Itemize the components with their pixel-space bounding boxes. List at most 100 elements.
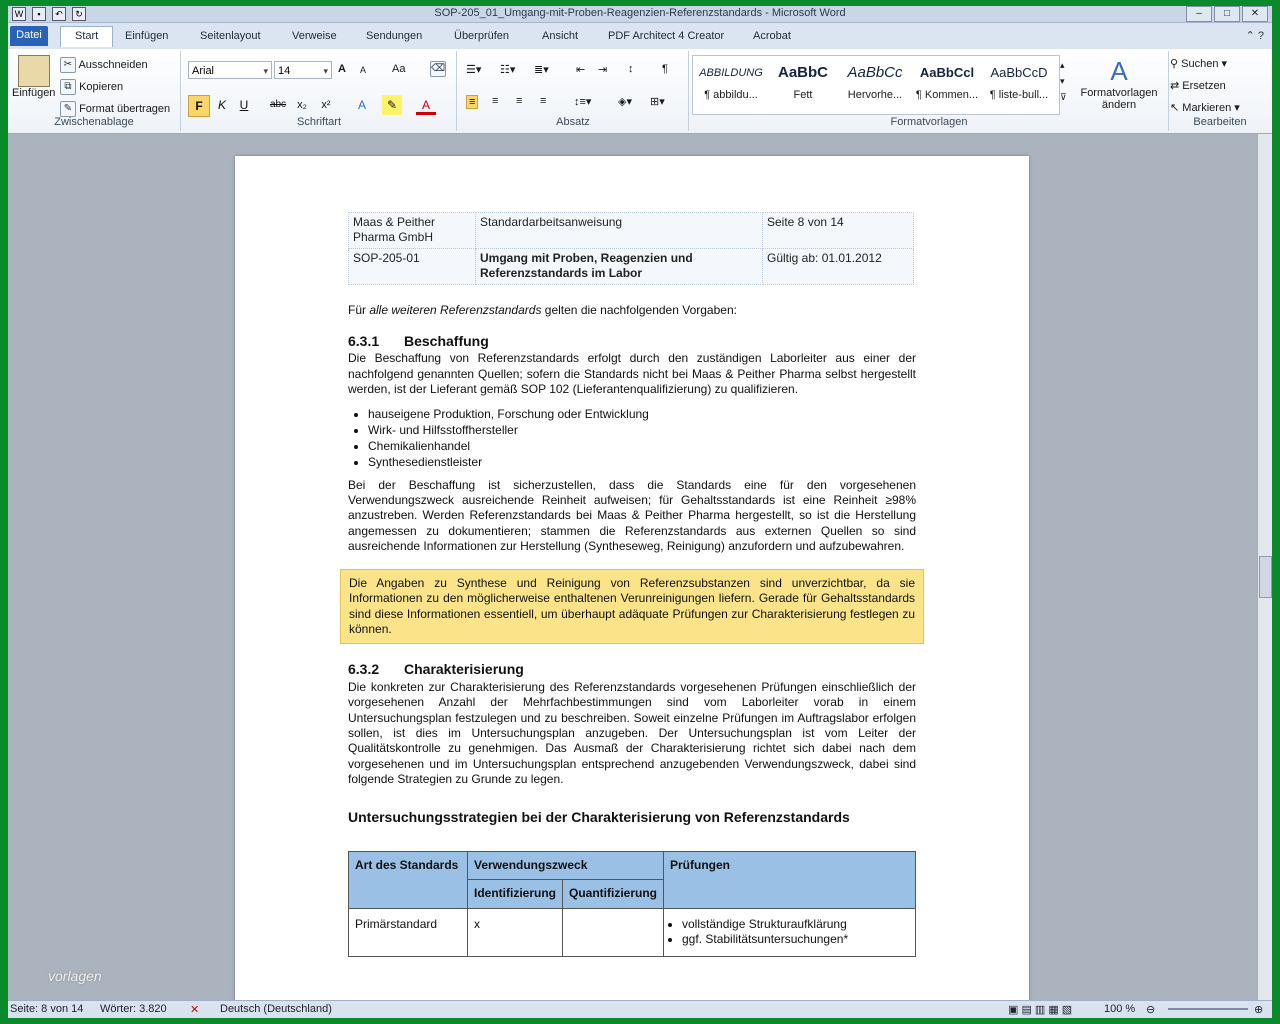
group-clipboard: Einfügen ✂ Ausschneiden ⧉ Kopieren ✎ For… (8, 51, 181, 131)
superscript-button[interactable]: x² (316, 95, 336, 115)
tab-datei[interactable]: Datei (10, 26, 48, 46)
style-liste-bullet[interactable]: AaBbCcD ¶ liste-bull... (984, 59, 1054, 111)
highlight-icon[interactable]: ✎ (382, 95, 402, 115)
section-heading-charakterisierung: 6.3.2 Charakterisierung (348, 661, 524, 678)
group-label: Zwischenablage (54, 116, 134, 128)
status-bar: Seite: 8 von 14 Wörter: 3.820 ✕ Deutsch … (8, 1000, 1272, 1018)
td-pruef: vollständige Strukturaufklärung ggf. Sta… (663, 907, 916, 957)
styles-icon: A (1110, 56, 1128, 86)
scroll-thumb[interactable] (1259, 556, 1272, 598)
title-bar: W ▪ ↶ ↻ SOP-205_01_Umgang-mit-Proben-Rea… (8, 6, 1272, 23)
font-family-select[interactable]: Arial (188, 61, 272, 80)
grow-font-button[interactable]: A (338, 63, 346, 75)
language[interactable]: Deutsch (Deutschland) (220, 1003, 332, 1015)
clear-format-icon[interactable]: ⌫ (430, 61, 446, 77)
cut-button[interactable]: ✂ Ausschneiden (60, 57, 148, 73)
group-editing: ⚲ Suchen ▾ ⇄ Ersetzen ↖ Markieren ▾ Bear… (1170, 51, 1270, 131)
numbering-icon[interactable]: ☷▾ (500, 63, 515, 76)
cursor-icon: ↖ (1170, 102, 1180, 114)
shrink-font-button[interactable]: A (360, 65, 366, 75)
header-valid: Gültig ab: 01.01.2012 (762, 247, 914, 285)
view-buttons[interactable]: ▣ ▤ ▥ ▦ ▧ (1008, 1003, 1072, 1016)
header-id: SOP-205-01 (348, 247, 476, 285)
format-painter-button[interactable]: ✎ Format übertragen (60, 101, 170, 117)
style-hervorhebung[interactable]: AaBbCc Hervorhe... (840, 59, 910, 111)
replace-icon: ⇄ (1170, 80, 1180, 92)
tab-seitenlayout[interactable]: Seitenlayout (200, 27, 261, 45)
page-count[interactable]: Seite: 8 von 14 (10, 1003, 83, 1015)
decrease-indent-icon[interactable]: ⇤ (576, 63, 585, 76)
copy-button[interactable]: ⧉ Kopieren (60, 79, 123, 95)
align-right-icon[interactable]: ≡ (516, 95, 522, 107)
change-case-button[interactable]: Aa (392, 63, 405, 75)
tab-start[interactable]: Start (60, 26, 114, 47)
close-button[interactable]: ✕ (1242, 6, 1268, 22)
borders-icon[interactable]: ⊞▾ (650, 95, 665, 108)
word-count[interactable]: Wörter: 3.820 (100, 1003, 167, 1015)
gallery-scroll[interactable]: ▴ ▾ ⊽ (1060, 57, 1067, 105)
clipboard-icon (18, 55, 50, 87)
sort-icon[interactable]: ↕ (628, 63, 634, 75)
font-color-icon[interactable]: A (416, 95, 436, 115)
tab-ansicht[interactable]: Ansicht (542, 27, 578, 45)
minimize-button[interactable]: – (1186, 6, 1212, 22)
text-effects-icon[interactable]: A (352, 95, 372, 115)
tab-acrobat[interactable]: Acrobat (753, 27, 791, 45)
zoom-slider[interactable] (1168, 1008, 1248, 1010)
document-page[interactable]: Maas & Peither Pharma GmbH Standardarbei… (235, 156, 1029, 1016)
tab-sendungen[interactable]: Sendungen (366, 27, 422, 45)
find-button[interactable]: ⚲ Suchen ▾ (1170, 57, 1227, 70)
tab-ueberpruefen[interactable]: Überprüfen (454, 27, 509, 45)
italic-button[interactable]: K (212, 95, 232, 115)
select-button[interactable]: ↖ Markieren ▾ (1170, 101, 1240, 114)
change-styles-button[interactable]: A Formatvorlagen ändern (1076, 55, 1162, 111)
source-list: hauseigene Produktion, Forschung oder En… (348, 406, 916, 470)
bold-button[interactable]: F (188, 95, 210, 117)
th-quant: Quantifizierung (562, 879, 664, 909)
vertical-scrollbar[interactable] (1257, 134, 1272, 1000)
strategy-table: Art des Standards Verwendungszweck Prüfu… (348, 850, 916, 957)
th-pruef: Prüfungen (663, 850, 916, 909)
charakterisierung-paragraph: Die konkreten zur Charakterisierung des … (348, 679, 916, 787)
page-content: Maas & Peither Pharma GmbH Standardarbei… (340, 212, 924, 957)
help-icon[interactable]: ⌃ ? (1246, 29, 1264, 42)
highlight-note: Die Angaben zu Synthese und Reinigung vo… (340, 568, 924, 645)
td-art: Primärstandard (348, 907, 468, 957)
style-abbildung[interactable]: ABBILDUNG ¶ abbildu... (696, 59, 766, 111)
style-fett[interactable]: AaBbC Fett (768, 59, 838, 111)
maximize-button[interactable]: □ (1214, 6, 1240, 22)
strikethrough-button[interactable]: abc (268, 95, 288, 115)
zoom-level[interactable]: 100 % (1104, 1003, 1135, 1015)
zoom-in-icon[interactable]: ⊕ (1254, 1003, 1263, 1016)
justify-icon[interactable]: ≡ (540, 95, 546, 107)
table-title: Untersuchungsstrategien bei der Charakte… (348, 808, 850, 825)
proofing-icon[interactable]: ✕ (190, 1003, 199, 1016)
ribbon-tabs: Datei Start Einfügen Seitenlayout Verwei… (8, 23, 1272, 49)
replace-button[interactable]: ⇄ Ersetzen (1170, 79, 1226, 92)
tab-verweise[interactable]: Verweise (292, 27, 337, 45)
line-spacing-icon[interactable]: ↕≡▾ (574, 95, 591, 108)
word-window: W ▪ ↶ ↻ SOP-205_01_Umgang-mit-Proben-Rea… (8, 6, 1272, 1018)
align-center-icon[interactable]: ≡ (492, 95, 498, 107)
tab-einfuegen[interactable]: Einfügen (125, 27, 168, 45)
td-ident: x (467, 907, 563, 957)
paste-button[interactable]: Einfügen (12, 55, 55, 99)
shading-icon[interactable]: ◈▾ (618, 95, 632, 108)
font-size-select[interactable]: 14 (274, 61, 332, 80)
list-item: Chemikalienhandel (368, 438, 916, 454)
brush-icon: ✎ (60, 101, 76, 117)
multilevel-icon[interactable]: ≣▾ (534, 63, 549, 76)
beschaffung-paragraph: Die Beschaffung von Referenzstandards er… (348, 351, 916, 397)
list-item: Synthesedienstleister (368, 454, 916, 470)
tab-pdf-architect[interactable]: PDF Architect 4 Creator (608, 27, 724, 45)
bullets-icon[interactable]: ☰▾ (466, 63, 481, 76)
subscript-button[interactable]: x₂ (292, 95, 312, 115)
style-kommentar[interactable]: AaBbCcl ¶ Kommen... (912, 59, 982, 111)
header-page: Seite 8 von 14 (762, 212, 914, 249)
pilcrow-icon[interactable]: ¶ (662, 63, 668, 75)
zoom-out-icon[interactable]: ⊖ (1146, 1003, 1155, 1016)
underline-button[interactable]: U (234, 95, 254, 115)
window-title: SOP-205_01_Umgang-mit-Proben-Reagenzien-… (434, 7, 846, 19)
increase-indent-icon[interactable]: ⇥ (598, 63, 607, 76)
align-left-icon[interactable]: ≡ (466, 95, 479, 109)
